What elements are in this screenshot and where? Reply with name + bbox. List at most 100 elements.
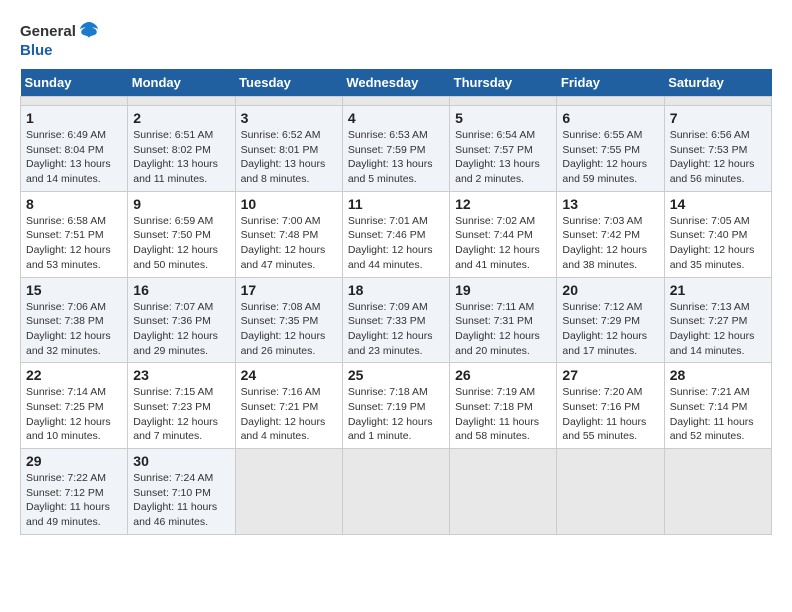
day-info: Sunrise: 7:13 AMSunset: 7:27 PMDaylight:… [670,300,766,359]
day-info: Sunrise: 7:11 AMSunset: 7:31 PMDaylight:… [455,300,551,359]
calendar-cell: 11Sunrise: 7:01 AMSunset: 7:46 PMDayligh… [342,191,449,277]
day-number: 25 [348,367,444,383]
calendar-cell: 12 Sunrise: 7:02 AMSunset: 7:44 PMDayligh… [450,191,557,277]
day-number: 16 [133,282,229,298]
calendar-cell: 21 Sunrise: 7:13 AMSunset: 7:27 PMDayligh… [664,277,771,363]
day-info: Sunrise: 7:05 AMSunset: 7:40 PMDaylight:… [670,214,766,273]
day-info: Sunrise: 7:03 AMSunset: 7:42 PMDaylight:… [562,214,658,273]
weekday-header-monday: Monday [128,69,235,97]
day-info: Sunrise: 7:09 AMSunset: 7:33 PMDaylight:… [348,300,444,359]
calendar-cell: 4 Sunrise: 6:53 AMSunset: 7:59 PMDaylight… [342,106,449,192]
day-number: 1 [26,110,122,126]
calendar-cell: 16Sunrise: 7:07 AMSunset: 7:36 PMDayligh… [128,277,235,363]
weekday-header-wednesday: Wednesday [342,69,449,97]
day-info: Sunrise: 7:24 AMSunset: 7:10 PMDaylight:… [133,471,229,530]
day-number: 9 [133,196,229,212]
day-info: Sunrise: 6:56 AMSunset: 7:53 PMDaylight:… [670,128,766,187]
calendar-cell: 26 Sunrise: 7:19 AMSunset: 7:18 PMDayligh… [450,363,557,449]
weekday-header-sunday: Sunday [21,69,128,97]
calendar-cell [450,449,557,535]
calendar-cell [342,97,449,106]
day-number: 12 [455,196,551,212]
day-info: Sunrise: 7:18 AMSunset: 7:19 PMDaylight:… [348,385,444,444]
calendar-cell [235,97,342,106]
calendar-week-4: 15 Sunrise: 7:06 AMSunset: 7:38 PMDayligh… [21,277,772,363]
day-info: Sunrise: 6:49 AMSunset: 8:04 PMDaylight:… [26,128,122,187]
day-info: Sunrise: 7:16 AMSunset: 7:21 PMDaylight:… [241,385,337,444]
calendar-cell [342,449,449,535]
calendar-cell [664,97,771,106]
day-info: Sunrise: 7:06 AMSunset: 7:38 PMDaylight:… [26,300,122,359]
day-info: Sunrise: 7:15 AMSunset: 7:23 PMDaylight:… [133,385,229,444]
day-info: Sunrise: 6:51 AMSunset: 8:02 PMDaylight:… [133,128,229,187]
day-number: 2 [133,110,229,126]
day-info: Sunrise: 6:53 AMSunset: 7:59 PMDaylight:… [348,128,444,187]
calendar-cell: 3Sunrise: 6:52 AMSunset: 8:01 PMDaylight… [235,106,342,192]
calendar-cell: 24 Sunrise: 7:16 AMSunset: 7:21 PMDayligh… [235,363,342,449]
day-info: Sunrise: 6:55 AMSunset: 7:55 PMDaylight:… [562,128,658,187]
day-info: Sunrise: 6:54 AMSunset: 7:57 PMDaylight:… [455,128,551,187]
day-number: 18 [348,282,444,298]
weekday-header-friday: Friday [557,69,664,97]
day-number: 7 [670,110,766,126]
day-number: 28 [670,367,766,383]
logo-blue: Blue [20,42,53,59]
calendar-cell: 29 Sunrise: 7:22 AMSunset: 7:12 PMDayligh… [21,449,128,535]
day-number: 5 [455,110,551,126]
weekday-header-row: SundayMondayTuesdayWednesdayThursdayFrid… [21,69,772,97]
day-info: Sunrise: 6:52 AMSunset: 8:01 PMDaylight:… [241,128,337,187]
calendar-week-5: 22Sunrise: 7:14 AMSunset: 7:25 PMDayligh… [21,363,772,449]
day-number: 14 [670,196,766,212]
calendar-cell: 17Sunrise: 7:08 AMSunset: 7:35 PMDayligh… [235,277,342,363]
day-info: Sunrise: 7:08 AMSunset: 7:35 PMDaylight:… [241,300,337,359]
calendar-cell: 9Sunrise: 6:59 AMSunset: 7:50 PMDaylight… [128,191,235,277]
day-number: 8 [26,196,122,212]
calendar-cell: 6 Sunrise: 6:55 AMSunset: 7:55 PMDaylight… [557,106,664,192]
calendar-cell: 8 Sunrise: 6:58 AMSunset: 7:51 PMDaylight… [21,191,128,277]
day-number: 24 [241,367,337,383]
calendar-cell: 10Sunrise: 7:00 AMSunset: 7:48 PMDayligh… [235,191,342,277]
day-info: Sunrise: 7:19 AMSunset: 7:18 PMDaylight:… [455,385,551,444]
weekday-header-saturday: Saturday [664,69,771,97]
logo-bird-icon [78,20,100,42]
calendar-cell: 13 Sunrise: 7:03 AMSunset: 7:42 PMDayligh… [557,191,664,277]
day-number: 6 [562,110,658,126]
day-number: 29 [26,453,122,469]
day-number: 23 [133,367,229,383]
calendar-cell: 23 Sunrise: 7:15 AMSunset: 7:23 PMDayligh… [128,363,235,449]
day-info: Sunrise: 6:58 AMSunset: 7:51 PMDaylight:… [26,214,122,273]
calendar-cell: 5 Sunrise: 6:54 AMSunset: 7:57 PMDaylight… [450,106,557,192]
day-info: Sunrise: 7:14 AMSunset: 7:25 PMDaylight:… [26,385,122,444]
day-number: 26 [455,367,551,383]
calendar-table: SundayMondayTuesdayWednesdayThursdayFrid… [20,69,772,535]
calendar-cell: 1 Sunrise: 6:49 AMSunset: 8:04 PMDaylight… [21,106,128,192]
day-number: 20 [562,282,658,298]
calendar-cell: 22Sunrise: 7:14 AMSunset: 7:25 PMDayligh… [21,363,128,449]
calendar-week-6: 29 Sunrise: 7:22 AMSunset: 7:12 PMDayligh… [21,449,772,535]
day-info: Sunrise: 7:12 AMSunset: 7:29 PMDaylight:… [562,300,658,359]
calendar-cell [557,449,664,535]
calendar-cell: 7 Sunrise: 6:56 AMSunset: 7:53 PMDaylight… [664,106,771,192]
calendar-week-2: 1 Sunrise: 6:49 AMSunset: 8:04 PMDaylight… [21,106,772,192]
calendar-cell [664,449,771,535]
day-info: Sunrise: 7:02 AMSunset: 7:44 PMDaylight:… [455,214,551,273]
day-number: 21 [670,282,766,298]
day-number: 11 [348,196,444,212]
calendar-week-1 [21,97,772,106]
day-info: Sunrise: 7:00 AMSunset: 7:48 PMDaylight:… [241,214,337,273]
day-info: Sunrise: 7:20 AMSunset: 7:16 PMDaylight:… [562,385,658,444]
calendar-cell [450,97,557,106]
calendar-week-3: 8 Sunrise: 6:58 AMSunset: 7:51 PMDaylight… [21,191,772,277]
calendar-cell [235,449,342,535]
day-number: 15 [26,282,122,298]
calendar-cell: 28Sunrise: 7:21 AMSunset: 7:14 PMDayligh… [664,363,771,449]
calendar-cell: 2 Sunrise: 6:51 AMSunset: 8:02 PMDaylight… [128,106,235,192]
calendar-cell: 14 Sunrise: 7:05 AMSunset: 7:40 PMDayligh… [664,191,771,277]
calendar-cell [557,97,664,106]
calendar-cell: 15 Sunrise: 7:06 AMSunset: 7:38 PMDayligh… [21,277,128,363]
day-info: Sunrise: 7:22 AMSunset: 7:12 PMDaylight:… [26,471,122,530]
day-number: 4 [348,110,444,126]
calendar-cell: 18 Sunrise: 7:09 AMSunset: 7:33 PMDayligh… [342,277,449,363]
weekday-header-thursday: Thursday [450,69,557,97]
day-number: 13 [562,196,658,212]
